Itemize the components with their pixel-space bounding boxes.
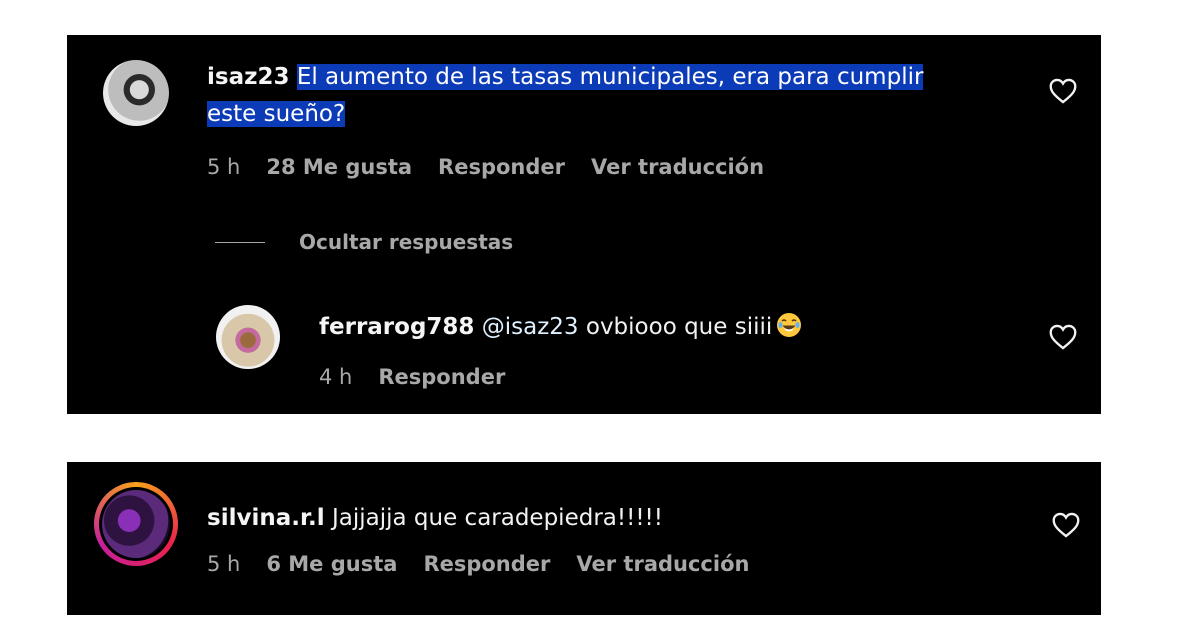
comment-text: Jajjajja que caradepiedra!!!!! — [331, 505, 663, 531]
see-translation-button[interactable]: Ver traducción — [576, 552, 749, 576]
comment-panel: silvina.r.l Jajjajja que caradepiedra!!!… — [67, 462, 1101, 615]
comment-time: 5 h — [207, 552, 241, 576]
avatar[interactable] — [103, 60, 169, 126]
comment-body: isaz23 El aumento de las tasas municipal… — [207, 59, 1007, 133]
comment-thread-panel: isaz23 El aumento de las tasas municipal… — [67, 35, 1101, 414]
reply-meta: 4 h Responder — [319, 365, 505, 389]
see-translation-button[interactable]: Ver traducción — [591, 155, 764, 179]
comment-username[interactable]: silvina.r.l — [207, 505, 325, 531]
reply-text: ovbiooo que siiii — [585, 314, 773, 340]
reply-body: ferrarog788 @isaz23 ovbiooo que siiii — [319, 309, 969, 346]
comment-time: 5 h — [207, 155, 241, 179]
divider-line — [215, 241, 265, 243]
comment-body: silvina.r.l Jajjajja que caradepiedra!!!… — [207, 500, 1007, 537]
likes-count-link[interactable]: 6 Me gusta — [266, 552, 397, 576]
heart-outline-icon[interactable] — [1049, 324, 1077, 350]
reply-button[interactable]: Responder — [438, 155, 565, 179]
reply-time: 4 h — [319, 365, 353, 389]
likes-count-link[interactable]: 28 Me gusta — [266, 155, 412, 179]
reply-mention-link[interactable]: @isaz23 — [482, 314, 579, 340]
face-with-tears-of-joy-emoji — [777, 313, 802, 337]
comment-text-line1: El aumento de las tasas municipales, era… — [296, 64, 924, 90]
hide-replies-button[interactable]: Ocultar respuestas — [215, 230, 513, 254]
reply-avatar[interactable] — [216, 305, 280, 369]
comment-meta: 5 h 6 Me gusta Responder Ver traducción — [207, 552, 749, 576]
avatar-story-ring[interactable] — [94, 482, 178, 566]
hide-replies-label: Ocultar respuestas — [299, 230, 514, 254]
comment-meta: 5 h 28 Me gusta Responder Ver traducción — [207, 155, 764, 179]
reply-username[interactable]: ferrarog788 — [319, 314, 474, 340]
heart-outline-icon[interactable] — [1049, 78, 1077, 104]
heart-outline-icon[interactable] — [1052, 512, 1080, 538]
reply-button[interactable]: Responder — [423, 552, 550, 576]
reply-button[interactable]: Responder — [378, 365, 505, 389]
comment-text-line2: este sueño? — [207, 101, 346, 127]
avatar-border — [99, 487, 173, 561]
avatar — [102, 490, 170, 558]
comment-username[interactable]: isaz23 — [207, 64, 290, 90]
